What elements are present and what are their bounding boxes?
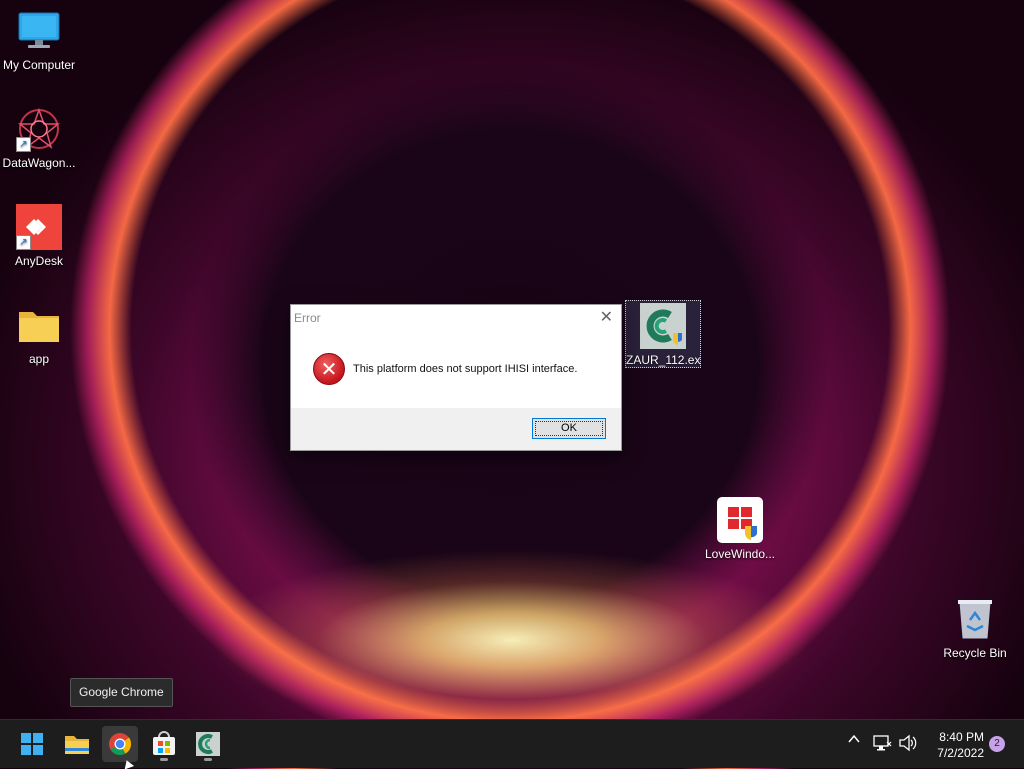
taskbar-clock[interactable]: 8:40 PM 7/2/2022: [937, 729, 984, 761]
notification-badge[interactable]: 2: [989, 736, 1005, 752]
store-icon: [153, 731, 175, 755]
anydesk-icon: ↗: [16, 204, 62, 250]
desktop-icon-my-computer[interactable]: My Computer: [0, 8, 78, 72]
folder-icon: [16, 302, 62, 348]
datawagon-icon: ↗: [16, 106, 62, 152]
icon-label: DataWagon...: [2, 156, 76, 170]
icon-label: Recycle Bin: [943, 646, 1007, 660]
icon-label: My Computer: [2, 58, 76, 72]
error-dialog: Error ✕ ✕ This platform does not support…: [290, 304, 622, 451]
tray-overflow-chevron-icon[interactable]: [846, 731, 862, 752]
close-icon[interactable]: ✕: [600, 307, 613, 326]
taskbar-tooltip: Google Chrome: [70, 678, 173, 707]
icon-label: AnyDesk: [14, 254, 64, 268]
windows-start-icon: [21, 733, 43, 755]
windows-shield-icon: [717, 497, 763, 543]
shortcut-arrow-icon: ↗: [16, 235, 31, 250]
file-explorer-icon: [65, 736, 89, 754]
recycle-bin-icon: [952, 596, 998, 642]
taskbar-store[interactable]: [146, 726, 182, 762]
chrome-icon: [109, 733, 132, 755]
taskbar-chrome[interactable]: [102, 726, 138, 762]
clock-date: 7/2/2022: [937, 746, 984, 760]
ok-button[interactable]: OK: [532, 418, 606, 439]
desktop-icon-datawagon[interactable]: ↗ DataWagon...: [0, 106, 78, 170]
volume-icon[interactable]: [898, 734, 918, 755]
dialog-message: This platform does not support IHISI int…: [353, 363, 578, 375]
shortcut-arrow-icon: ↗: [16, 137, 31, 152]
clock-time: 8:40 PM: [939, 730, 984, 744]
icon-label: LoveWindo...: [704, 547, 776, 561]
icon-label: app: [28, 352, 50, 366]
zaur-app-icon: [640, 303, 686, 349]
running-indicator: [204, 758, 212, 761]
network-icon[interactable]: [872, 734, 892, 755]
desktop-icon-lovewindows[interactable]: LoveWindo...: [701, 497, 779, 561]
zaur-app-icon: [196, 732, 220, 756]
error-icon: ✕: [313, 353, 345, 385]
dialog-body: ✕ This platform does not support IHISI i…: [291, 335, 621, 407]
start-button[interactable]: [14, 726, 50, 762]
running-indicator: [160, 758, 168, 761]
icon-label: ZAUR_112.exe: [626, 353, 700, 367]
taskbar-zaur[interactable]: [190, 726, 226, 762]
taskbar-file-explorer[interactable]: [59, 726, 95, 762]
desktop-icon-zaur-exe[interactable]: ZAUR_112.exe: [625, 300, 701, 368]
desktop-icon-anydesk[interactable]: ↗ AnyDesk: [0, 204, 78, 268]
monitor-icon: [16, 8, 62, 54]
taskbar: 8:40 PM 7/2/2022 2: [0, 719, 1024, 768]
dialog-footer: OK: [291, 408, 621, 450]
desktop-icon-app-folder[interactable]: app: [0, 302, 78, 366]
desktop-icon-recycle-bin[interactable]: Recycle Bin: [936, 596, 1014, 660]
dialog-title: Error: [294, 311, 321, 325]
